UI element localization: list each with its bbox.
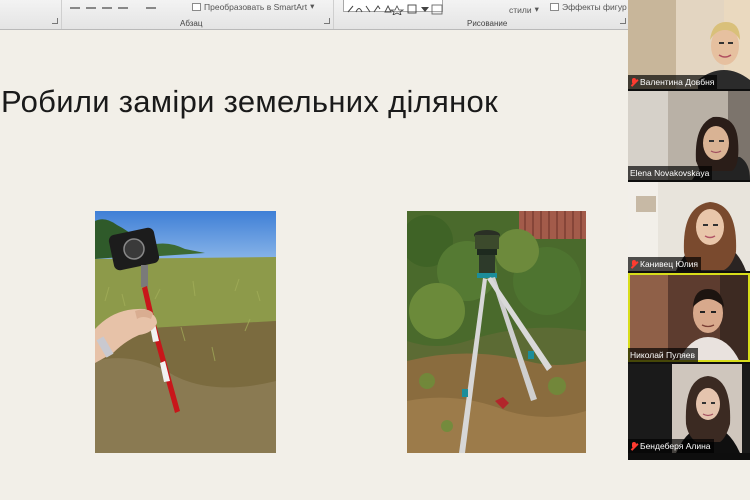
participant-name: Валентина Довбня: [640, 77, 715, 87]
shape-effects-button[interactable]: Эффекты фигур: [550, 0, 627, 13]
convert-smartart-button[interactable]: Преобразовать в SmartArt ▾: [192, 0, 314, 13]
convert-smartart-label: Преобразовать в SmartArt: [204, 1, 308, 12]
mic-muted-icon: [630, 259, 638, 269]
video-participants-panel: Валентина Довбня Elena Novakovskaya Кани…: [628, 0, 750, 460]
dialog-launcher-icon[interactable]: [52, 18, 58, 24]
chevron-down-icon: ▾: [310, 1, 315, 11]
participant-name-bar: Николай Пуляев: [628, 348, 699, 362]
participant-name-bar: Валентина Довбня: [628, 75, 718, 89]
participant-name-bar: Бендеберя Алина: [628, 439, 714, 453]
gnss-tripod-photo[interactable]: [407, 211, 586, 453]
mic-muted-icon: [630, 441, 638, 451]
styles-label: стили: [509, 4, 532, 15]
survey-prism-illustration: [95, 211, 276, 453]
shapes-gallery-icons: [347, 4, 443, 16]
dialog-launcher-icon[interactable]: [324, 18, 330, 24]
participant-name: Elena Novakovskaya: [630, 168, 710, 178]
ribbon-group-clipboard: [0, 0, 62, 29]
align-center-icon[interactable]: [86, 1, 96, 9]
participant-tile[interactable]: Elena Novakovskaya: [628, 91, 750, 180]
participant-name: Канивец Юлия: [640, 259, 699, 269]
shape-effects-label: Эффекты фигур: [562, 1, 627, 12]
survey-prism-photo[interactable]: [95, 211, 276, 453]
align-right-icon[interactable]: [102, 1, 112, 9]
columns-icon[interactable]: [146, 1, 156, 9]
ribbon-group-drawing: стили ▾ Эффекты фигур Рисование: [334, 0, 628, 29]
shape-effects-icon: [550, 2, 559, 11]
participant-tile[interactable]: Канивец Юлия: [628, 182, 750, 271]
slide-title[interactable]: Робили заміри земельних ділянок: [1, 84, 498, 120]
participant-tile[interactable]: Бендеберя Алина: [628, 364, 750, 453]
participant-name: Бендеберя Алина: [640, 441, 711, 451]
styles-button[interactable]: стили ▾: [509, 3, 539, 16]
ribbon-group-drawing-label: Рисование: [467, 19, 508, 28]
align-left-icon[interactable]: [70, 1, 80, 9]
participant-tile-active-speaker[interactable]: Николай Пуляев: [628, 273, 750, 362]
ribbon-group-paragraph-label: Абзац: [180, 19, 203, 28]
smartart-icon: [192, 2, 201, 11]
participant-tile[interactable]: Валентина Довбня: [628, 0, 750, 89]
dialog-launcher-icon[interactable]: [620, 18, 626, 24]
shapes-gallery[interactable]: [343, 0, 443, 16]
panel-footer-area: [628, 460, 750, 500]
mic-muted-icon: [630, 77, 638, 87]
gnss-tripod-illustration: [407, 211, 586, 453]
chevron-down-icon: ▾: [534, 4, 539, 14]
ribbon-group-paragraph: Преобразовать в SmartArt ▾ Абзац: [62, 0, 334, 29]
ribbon: Преобразовать в SmartArt ▾ Абзац стили ▾…: [0, 0, 628, 30]
justify-icon[interactable]: [118, 1, 128, 9]
participant-name: Николай Пуляев: [630, 350, 696, 360]
slide-canvas[interactable]: Робили заміри земельних ділянок: [0, 30, 628, 500]
participant-name-bar: Канивец Юлия: [628, 257, 702, 271]
participant-name-bar: Elena Novakovskaya: [628, 166, 713, 180]
